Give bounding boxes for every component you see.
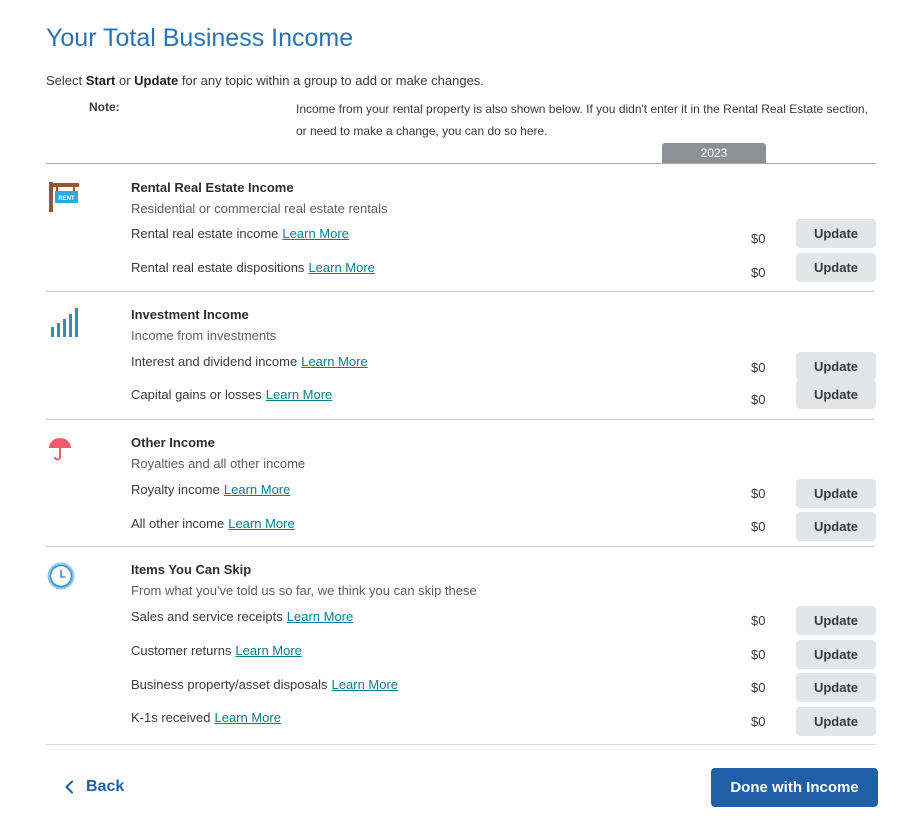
instructions-start: Start	[85, 73, 116, 88]
learn-more-link[interactable]: Learn More	[224, 482, 290, 497]
row-amount: $0	[751, 392, 766, 407]
row-label-text: Rental real estate income	[131, 226, 279, 241]
update-button[interactable]: Update	[796, 352, 876, 381]
chevron-left-icon	[65, 780, 73, 794]
row-amount: $0	[751, 647, 766, 662]
learn-more-link[interactable]: Learn More	[282, 226, 348, 241]
row-amount: $0	[751, 519, 766, 534]
row-k1s-received: K-1s received Learn More $0 Update	[46, 707, 876, 740]
row-amount: $0	[751, 486, 766, 501]
row-amount: $0	[751, 613, 766, 628]
done-with-income-button[interactable]: Done with Income	[711, 768, 878, 807]
learn-more-link[interactable]: Learn More	[235, 643, 301, 658]
row-label: Royalty income Learn More	[131, 482, 290, 497]
row-label-text: All other income	[131, 516, 225, 531]
group-title: Rental Real Estate Income	[131, 180, 294, 195]
row-label: Rental real estate income Learn More	[131, 226, 349, 241]
update-button[interactable]: Update	[796, 606, 876, 635]
row-label: Business property/asset disposals Learn M…	[131, 677, 398, 692]
instructions-prefix: Select	[46, 73, 86, 88]
learn-more-link[interactable]: Learn More	[287, 609, 353, 624]
update-button[interactable]: Update	[796, 253, 876, 282]
row-label: Customer returns Learn More	[131, 643, 302, 658]
year-column-header: 2023	[662, 143, 766, 163]
row-label: All other income Learn More	[131, 516, 295, 531]
clock-icon	[46, 562, 80, 596]
row-business-property-disposals: Business property/asset disposals Learn M…	[46, 673, 876, 707]
row-label-text: Sales and service receipts	[131, 609, 283, 624]
instructions-update: Update	[134, 73, 179, 88]
row-amount: $0	[751, 680, 766, 695]
back-label: Back	[86, 778, 125, 795]
group-subtitle: Income from investments	[131, 328, 277, 343]
learn-more-link[interactable]: Learn More	[301, 354, 367, 369]
row-label-text: Customer returns	[131, 643, 232, 658]
group-divider	[46, 546, 874, 547]
update-button[interactable]: Update	[796, 512, 876, 541]
page-title: Your Total Business Income	[46, 24, 354, 52]
update-button[interactable]: Update	[796, 479, 876, 508]
row-label-text: Capital gains or losses	[131, 387, 262, 402]
row-label-text: K-1s received	[131, 710, 211, 725]
footer-divider	[46, 744, 876, 745]
update-button[interactable]: Update	[796, 380, 876, 409]
group-subtitle: Royalties and all other income	[131, 456, 306, 471]
instructions-or: or	[115, 73, 135, 88]
row-label: Rental real estate dispositions Learn Mor…	[131, 260, 375, 275]
rent-sign-icon: RENT	[46, 180, 80, 214]
row-sales-service-receipts: Sales and service receipts Learn More $0 …	[46, 606, 876, 639]
row-label: K-1s received Learn More	[131, 710, 281, 725]
group-title: Items You Can Skip	[131, 562, 252, 577]
back-button[interactable]: Back	[64, 778, 124, 796]
learn-more-link[interactable]: Learn More	[266, 387, 332, 402]
row-label-text: Business property/asset disposals	[131, 677, 328, 692]
learn-more-link[interactable]: Learn More	[214, 710, 280, 725]
row-royalty-income: Royalty income Learn More $0 Update	[46, 479, 876, 512]
row-rental-real-estate-dispositions: Rental real estate dispositions Learn Mor…	[46, 253, 876, 290]
row-label-text: Interest and dividend income	[131, 354, 298, 369]
header-divider	[46, 163, 876, 164]
row-label-text: Royalty income	[131, 482, 220, 497]
group-divider	[46, 419, 874, 420]
update-button[interactable]: Update	[796, 707, 876, 736]
note-label: Note:	[89, 100, 120, 114]
learn-more-link[interactable]: Learn More	[332, 677, 398, 692]
row-label-text: Rental real estate dispositions	[131, 260, 305, 275]
row-label: Interest and dividend income Learn More	[131, 354, 368, 369]
update-button[interactable]: Update	[796, 640, 876, 669]
row-all-other-income: All other income Learn More $0 Update	[46, 512, 876, 546]
update-button[interactable]: Update	[796, 219, 876, 248]
group-title: Other Income	[131, 435, 215, 450]
group-divider	[46, 291, 874, 292]
row-rental-real-estate-income: Rental real estate income Learn More $0 U…	[46, 219, 876, 256]
row-label: Capital gains or losses Learn More	[131, 387, 332, 402]
row-amount: $0	[751, 360, 766, 375]
row-amount: $0	[751, 265, 766, 280]
group-title: Investment Income	[131, 307, 249, 322]
bar-chart-icon	[46, 307, 80, 341]
row-label: Sales and service receipts Learn More	[131, 609, 353, 624]
learn-more-link[interactable]: Learn More	[228, 516, 294, 531]
row-interest-dividend-income: Interest and dividend income Learn More $…	[46, 352, 876, 384]
instructions-suffix: for any topic within a group to add or m…	[178, 73, 484, 88]
group-subtitle: From what you've told us so far, we thin…	[131, 583, 477, 598]
note-text: Income from your rental property is also…	[296, 102, 868, 138]
update-button[interactable]: Update	[796, 673, 876, 702]
learn-more-link[interactable]: Learn More	[308, 260, 374, 275]
instructions-text: Select Start or Update for any topic wit…	[46, 73, 484, 88]
umbrella-icon	[46, 435, 80, 469]
rent-sign-text: RENT	[58, 196, 75, 202]
group-subtitle: Residential or commercial real estate re…	[131, 201, 388, 216]
row-customer-returns: Customer returns Learn More $0 Update	[46, 640, 876, 673]
row-amount: $0	[751, 714, 766, 729]
row-amount: $0	[751, 231, 766, 246]
row-capital-gains-losses: Capital gains or losses Learn More $0 Upd…	[46, 380, 876, 417]
